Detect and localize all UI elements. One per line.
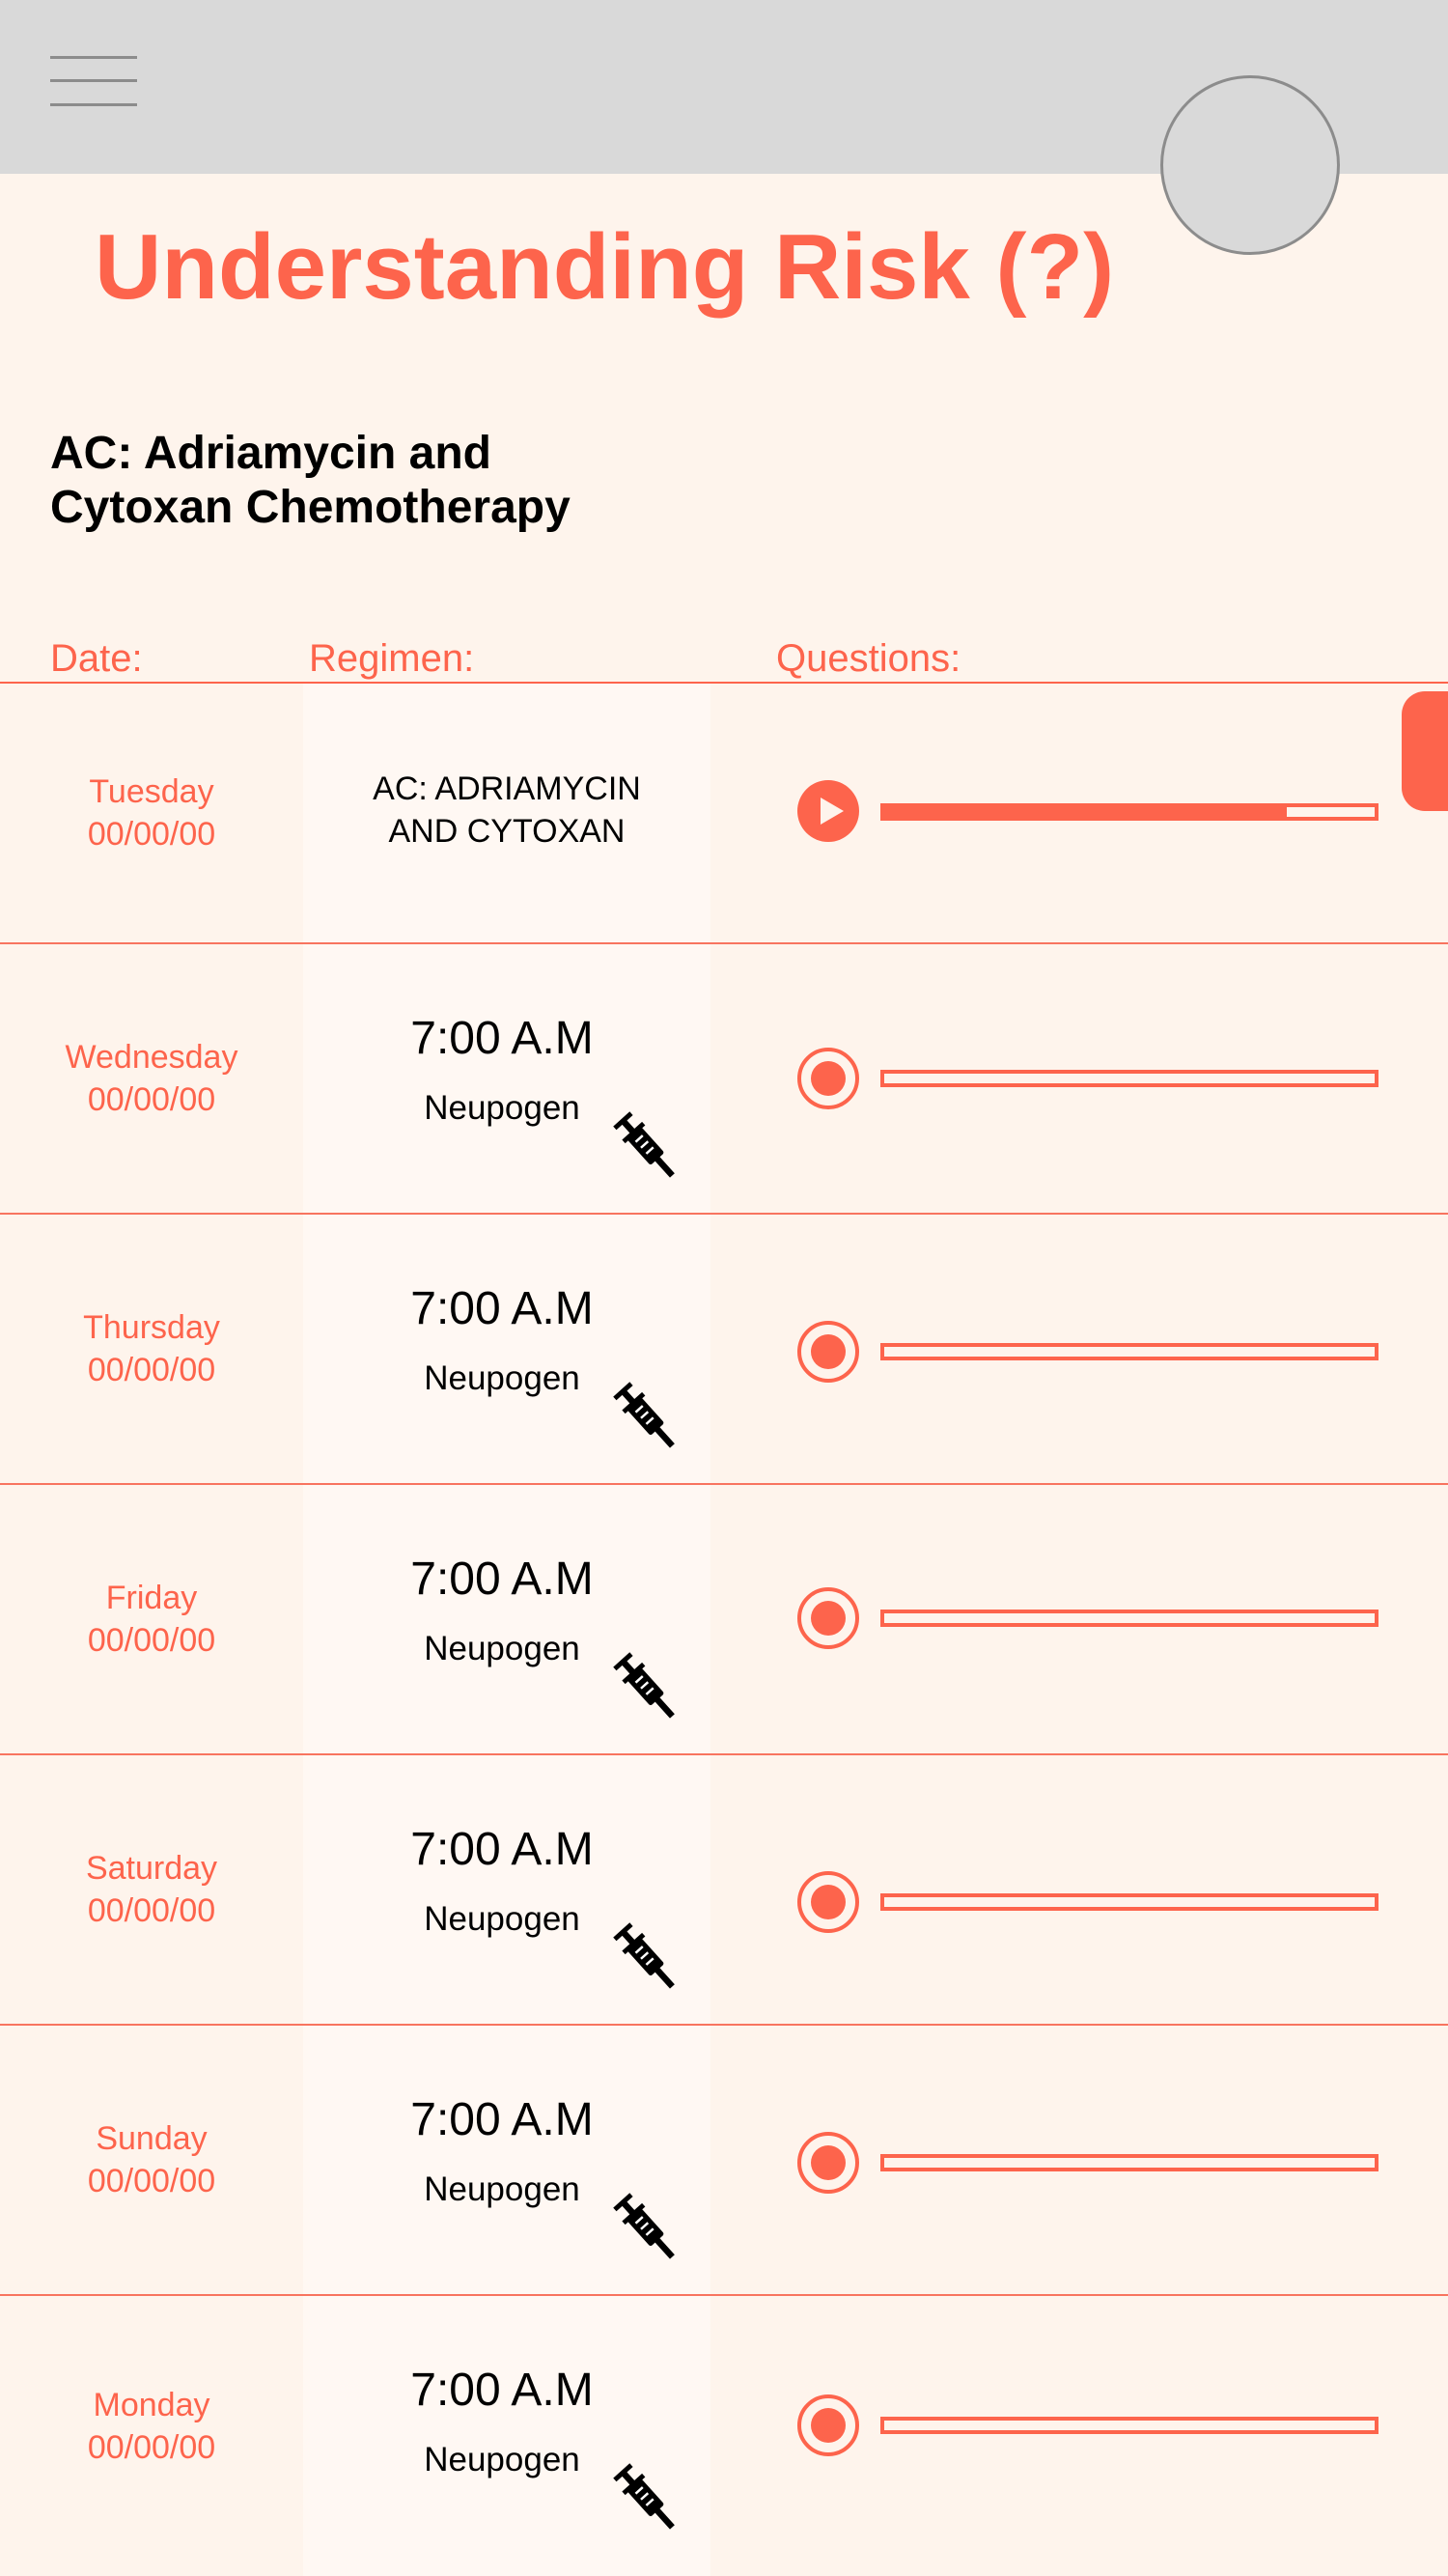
audio-progress-bar[interactable] <box>880 2417 1378 2434</box>
date-cell: Sunday 00/00/00 <box>0 2026 303 2294</box>
syringe-icon <box>613 1652 675 1719</box>
dose-time: 7:00 A.M <box>410 1283 594 1334</box>
regimen-heading-line-2: Cytoxan Chemotherapy <box>50 482 571 533</box>
audio-progress-bar[interactable] <box>880 1070 1378 1087</box>
dose-time: 7:00 A.M <box>410 2365 594 2416</box>
menu-icon[interactable] <box>50 54 137 108</box>
audio-progress-fill <box>884 807 1287 817</box>
date-label: 00/00/00 <box>87 1352 216 1388</box>
table-row: Friday 00/00/00 7:00 A.M Neupogen <box>0 1485 1448 1755</box>
regimen-cell: 7:00 A.M Neupogen <box>303 2026 710 2294</box>
questions-cell <box>710 1755 1400 2024</box>
regimen-cell: 7:00 A.M Neupogen <box>303 1485 710 1753</box>
questions-cell <box>710 944 1400 1213</box>
record-icon[interactable] <box>797 1321 859 1383</box>
syringe-icon <box>613 1922 675 1989</box>
dose-time: 7:00 A.M <box>410 2094 594 2145</box>
regimen-label-line-2: AND CYTOXAN <box>388 813 626 850</box>
audio-progress-bar[interactable] <box>880 1893 1378 1911</box>
column-header-regimen: Regimen: <box>309 637 475 680</box>
dose-time: 7:00 A.M <box>410 1824 594 1875</box>
medication-name: Neupogen <box>424 1900 580 1938</box>
table-row: Tuesday 00/00/00 AC: ADRIAMYCIN AND CYTO… <box>0 684 1448 944</box>
questions-cell <box>710 1485 1400 1753</box>
regimen-cell: 7:00 A.M Neupogen <box>303 1215 710 1483</box>
syringe-icon <box>613 1382 675 1448</box>
audio-progress-bar[interactable] <box>880 2154 1378 2171</box>
day-label: Tuesday <box>89 773 214 810</box>
date-cell: Saturday 00/00/00 <box>0 1755 303 2024</box>
medication-name: Neupogen <box>424 1089 580 1127</box>
column-header-questions: Questions: <box>776 637 961 680</box>
scrollbar-thumb[interactable] <box>1402 691 1448 811</box>
play-icon[interactable] <box>797 780 859 842</box>
questions-cell <box>710 684 1400 942</box>
regimen-cell: 7:00 A.M Neupogen <box>303 1755 710 2024</box>
questions-cell <box>710 2296 1400 2576</box>
day-label: Saturday <box>85 1850 218 1887</box>
syringe-icon <box>613 2193 675 2259</box>
questions-cell <box>710 1215 1400 1483</box>
medication-name: Neupogen <box>424 2170 580 2208</box>
schedule-table: Tuesday 00/00/00 AC: ADRIAMYCIN AND CYTO… <box>0 684 1448 2576</box>
syringe-icon <box>613 2463 675 2530</box>
table-row: Thursday 00/00/00 7:00 A.M Neupogen <box>0 1215 1448 1485</box>
date-label: 00/00/00 <box>87 2429 216 2466</box>
day-label: Thursday <box>83 1309 220 1346</box>
date-cell: Monday 00/00/00 <box>0 2296 303 2557</box>
date-cell: Thursday 00/00/00 <box>0 1215 303 1483</box>
medication-name: Neupogen <box>424 1359 580 1397</box>
regimen-heading: AC: Adriamycin and Cytoxan Chemotherapy <box>50 427 726 535</box>
date-label: 00/00/00 <box>87 1892 216 1929</box>
table-row: Monday 00/00/00 7:00 A.M Neupogen <box>0 2296 1448 2576</box>
date-cell: Friday 00/00/00 <box>0 1485 303 1753</box>
table-row: Saturday 00/00/00 7:00 A.M Neupogen <box>0 1755 1448 2026</box>
syringe-icon <box>613 1111 675 1178</box>
regimen-cell: 7:00 A.M Neupogen <box>303 2296 710 2576</box>
record-icon[interactable] <box>797 1587 859 1649</box>
audio-progress-bar[interactable] <box>880 1610 1378 1627</box>
date-label: 00/00/00 <box>87 816 216 853</box>
day-label: Wednesday <box>65 1039 238 1076</box>
medication-name: Neupogen <box>424 2441 580 2478</box>
column-header-date: Date: <box>50 637 143 680</box>
table-row: Wednesday 00/00/00 7:00 A.M Neupogen <box>0 944 1448 1215</box>
day-label: Monday <box>93 2387 210 2423</box>
regimen-label-line-1: AC: ADRIAMYCIN <box>373 770 641 807</box>
avatar[interactable] <box>1160 75 1340 255</box>
record-icon[interactable] <box>797 1048 859 1109</box>
dose-time: 7:00 A.M <box>410 1013 594 1064</box>
date-label: 00/00/00 <box>87 2163 216 2199</box>
record-icon[interactable] <box>797 1871 859 1933</box>
date-cell: Wednesday 00/00/00 <box>0 944 303 1213</box>
date-label: 00/00/00 <box>87 1622 216 1659</box>
date-label: 00/00/00 <box>87 1081 216 1118</box>
audio-progress-bar[interactable] <box>880 803 1378 821</box>
record-icon[interactable] <box>797 2132 859 2194</box>
date-cell: Tuesday 00/00/00 <box>0 684 303 942</box>
regimen-label: AC: ADRIAMYCIN AND CYTOXAN <box>303 768 710 853</box>
table-row: Sunday 00/00/00 7:00 A.M Neupogen <box>0 2026 1448 2296</box>
regimen-cell: 7:00 A.M Neupogen <box>303 944 710 1213</box>
regimen-heading-line-1: AC: Adriamycin and <box>50 428 491 479</box>
day-label: Friday <box>105 1580 198 1616</box>
record-icon[interactable] <box>797 2394 859 2456</box>
medication-name: Neupogen <box>424 1630 580 1667</box>
audio-progress-bar[interactable] <box>880 1343 1378 1360</box>
regimen-cell: AC: ADRIAMYCIN AND CYTOXAN <box>303 684 710 942</box>
page-title: Understanding Risk (?) <box>95 215 1115 319</box>
dose-time: 7:00 A.M <box>410 1554 594 1605</box>
questions-cell <box>710 2026 1400 2294</box>
day-label: Sunday <box>96 2120 208 2157</box>
